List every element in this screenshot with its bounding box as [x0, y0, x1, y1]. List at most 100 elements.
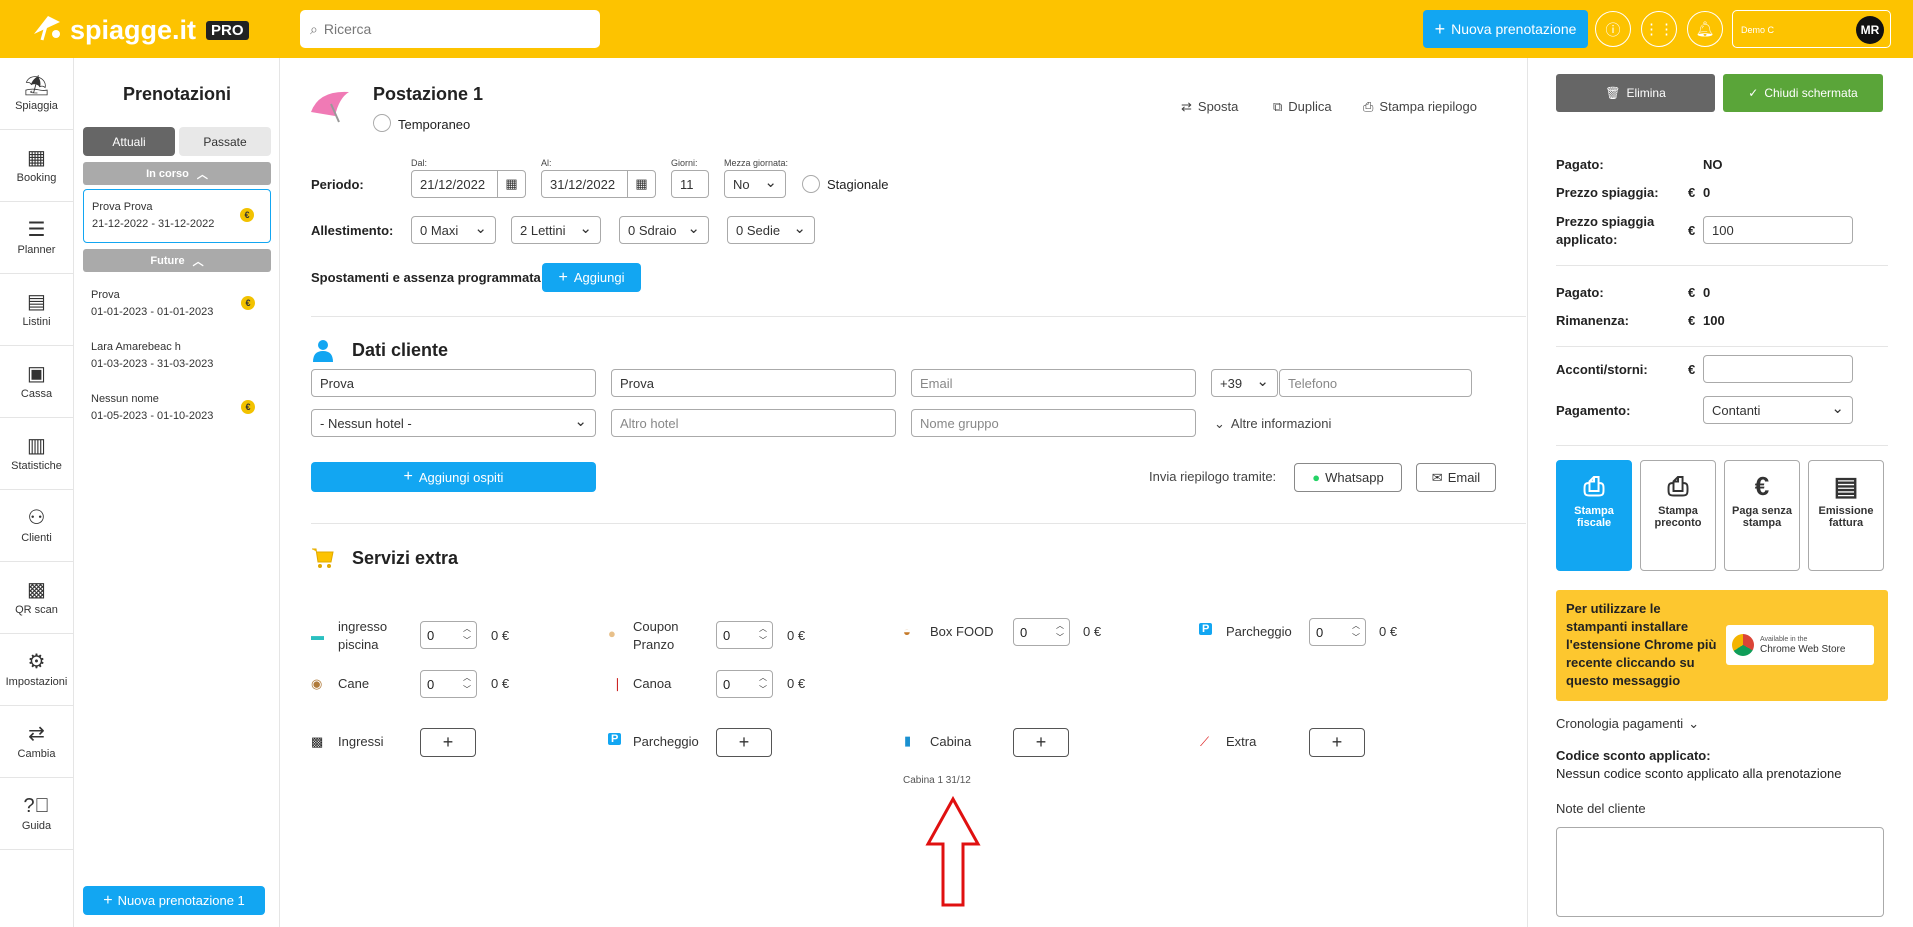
section-label: Future — [150, 254, 185, 267]
paga-senza-stampa-card[interactable]: € Paga senza stampa — [1724, 460, 1800, 571]
prezzo-applicato-input[interactable]: 100 — [1703, 216, 1853, 244]
add-extra-button[interactable]: + — [1309, 728, 1365, 757]
stampa-riepilogo-button[interactable]: ⎙ Stampa riepilogo — [1363, 99, 1477, 115]
stepper-arrows-icon[interactable]: ︿ ﹀ — [1056, 620, 1064, 644]
phone-prefix-select[interactable]: +39 — [1211, 369, 1278, 397]
apps-grid-icon[interactable]: ⋮⋮ — [1641, 11, 1677, 47]
dal-label: Dal: — [411, 158, 428, 168]
altre-informazioni-toggle[interactable]: ⌄ Altre informazioni — [1214, 416, 1331, 432]
whatsapp-button[interactable]: ● Whatsapp — [1294, 463, 1402, 492]
nome-gruppo-input[interactable]: Nome gruppo — [911, 409, 1196, 437]
duplica-button[interactable]: ⧉ Duplica — [1273, 99, 1332, 115]
in-corso-header[interactable]: In corso ︿ — [83, 162, 271, 185]
cronologia-pagamenti-toggle[interactable]: Cronologia pagamenti ⌄ — [1556, 716, 1699, 732]
calendar-icon[interactable]: ▦ — [497, 171, 525, 197]
booking-name: Prova Prova — [92, 201, 153, 213]
booking-item[interactable]: Prova Prova 21-12-2022 - 31-12-2022 € — [83, 189, 271, 243]
logo[interactable]: spiagge.it PRO — [30, 12, 249, 49]
booking-item[interactable]: Lara Amarebeac h 01-03-2023 - 31-03-2023 — [83, 330, 271, 382]
new-booking-button[interactable]: + Nuova prenotazione — [1423, 10, 1588, 48]
user-icon — [311, 338, 335, 365]
future-header[interactable]: Future ︿ — [83, 249, 271, 272]
whatsapp-icon: ● — [1312, 470, 1321, 485]
box-food-stepper[interactable]: 0 ︿ ﹀ — [1013, 618, 1070, 646]
mezza-giornata-select[interactable]: No — [724, 170, 786, 198]
tab-attuali[interactable]: Attuali — [83, 127, 175, 156]
nav-impostazioni[interactable]: ⚙ Impostazioni — [0, 634, 73, 706]
dal-date-input[interactable]: 21/12/2022 ▦ — [411, 170, 526, 198]
telefono-input[interactable]: Telefono — [1279, 369, 1472, 397]
nav-qr-scan[interactable]: ▩ QR scan — [0, 562, 73, 634]
stepper-arrows-icon[interactable]: ︿ ﹀ — [463, 623, 471, 647]
stepper-arrows-icon[interactable]: ︿ ﹀ — [759, 672, 767, 696]
plus-icon: + — [1434, 18, 1446, 39]
acconti-input[interactable] — [1703, 355, 1853, 383]
qty-value: 0 — [427, 627, 435, 643]
calendar-icon[interactable]: ▦ — [627, 171, 655, 197]
stampa-fiscale-card[interactable]: ⎙ Stampa fiscale — [1556, 460, 1632, 571]
elimina-button[interactable]: 🗑︎ Elimina — [1556, 74, 1715, 112]
al-date-input[interactable]: 31/12/2022 ▦ — [541, 170, 656, 198]
add-cabina-button[interactable]: + — [1013, 728, 1069, 757]
stepper-arrows-icon[interactable]: ︿ ﹀ — [1352, 620, 1360, 644]
email-send-button[interactable]: ✉ Email — [1416, 463, 1496, 492]
nome-input[interactable]: Prova — [311, 369, 596, 397]
chrome-web-store-badge[interactable]: Available in the Chrome Web Store — [1726, 625, 1874, 665]
nav-booking[interactable]: ▦ Booking — [0, 130, 73, 202]
tab-passate[interactable]: Passate — [179, 127, 271, 156]
sedie-select[interactable]: 0 Sedie — [727, 216, 815, 244]
stagionale-checkbox[interactable] — [802, 175, 820, 193]
emissione-fattura-card[interactable]: ▤ Emissione fattura — [1808, 460, 1884, 571]
search-input[interactable]: ⌕ Ricerca — [300, 10, 600, 48]
giorni-input[interactable]: 11 — [671, 170, 709, 198]
nav-statistiche[interactable]: ▥ Statistiche — [0, 418, 73, 490]
email-input[interactable]: Email — [911, 369, 1196, 397]
pink-umbrella-icon — [309, 88, 359, 127]
altro-hotel-input[interactable]: Altro hotel — [611, 409, 896, 437]
cognome-input[interactable]: Prova — [611, 369, 896, 397]
bell-icon[interactable]: 🔔︎ — [1687, 11, 1723, 47]
chevron-up-icon: ︿ — [196, 168, 208, 181]
info-icon[interactable]: ⓘ — [1595, 11, 1631, 47]
user-menu[interactable]: Demo C MR — [1732, 10, 1891, 48]
coupon-pranzo-stepper[interactable]: 0 ︿ ﹀ — [716, 621, 773, 649]
cane-stepper[interactable]: 0 ︿ ﹀ — [420, 670, 477, 698]
pagamento-select[interactable]: Contanti — [1703, 396, 1853, 424]
booking-item[interactable]: Nessun nome 01-05-2023 - 01-10-2023 € — [83, 382, 271, 434]
nav-clienti[interactable]: ⚇ Clienti — [0, 490, 73, 562]
nav-guida[interactable]: ?⃝ Guida — [0, 778, 73, 850]
temporaneo-checkbox[interactable] — [373, 114, 391, 132]
parcheggio-stepper[interactable]: 0 ︿ ﹀ — [1309, 618, 1366, 646]
nav-spiaggia[interactable]: ⛱︎ Spiaggia — [0, 58, 73, 130]
booking-name: Lara Amarebeac h — [91, 341, 181, 353]
stampa-preconto-card[interactable]: ⎙ Stampa preconto — [1640, 460, 1716, 571]
search-icon: ⌕ — [310, 20, 318, 37]
duplica-label: Duplica — [1288, 99, 1332, 114]
canoa-stepper[interactable]: 0 ︿ ﹀ — [716, 670, 773, 698]
sdraio-select[interactable]: 0 Sdraio — [619, 216, 709, 244]
chrome-extension-notice[interactable]: Per utilizzare le stampanti installare l… — [1556, 590, 1888, 701]
new-booking-1-button[interactable]: + Nuova prenotazione 1 — [83, 886, 265, 915]
maxi-select[interactable]: 0 Maxi — [411, 216, 496, 244]
nav-cassa[interactable]: ▣ Cassa — [0, 346, 73, 418]
dal-value: 21/12/2022 — [420, 176, 486, 192]
lettini-select[interactable]: 2 Lettini — [511, 216, 601, 244]
booking-item[interactable]: Prova 01-01-2023 - 01-01-2023 € — [83, 278, 271, 330]
qty-value: 0 — [723, 676, 731, 692]
lounger-icon: ⟋ — [1200, 734, 1210, 749]
aggiungi-ospiti-button[interactable]: + Aggiungi ospiti — [311, 462, 596, 492]
ingresso-piscina-stepper[interactable]: 0 ︿ ﹀ — [420, 621, 477, 649]
stepper-arrows-icon[interactable]: ︿ ﹀ — [759, 623, 767, 647]
add-ingressi-button[interactable]: + — [420, 728, 476, 757]
sposta-button[interactable]: ⇄ Sposta — [1181, 99, 1238, 115]
nav-cambia[interactable]: ⇄ Cambia — [0, 706, 73, 778]
swap-icon: ⇄ — [1181, 99, 1192, 114]
stepper-arrows-icon[interactable]: ︿ ﹀ — [463, 672, 471, 696]
chiudi-schermata-button[interactable]: ✓ Chiudi schermata — [1723, 74, 1883, 112]
nav-planner[interactable]: ☰ Planner — [0, 202, 73, 274]
note-cliente-textarea[interactable] — [1556, 827, 1884, 917]
aggiungi-spostamento-button[interactable]: + Aggiungi — [542, 263, 641, 292]
hotel-select[interactable]: - Nessun hotel - — [311, 409, 596, 437]
add-parcheggio-button[interactable]: + — [716, 728, 772, 757]
nav-listini[interactable]: ▤ Listini — [0, 274, 73, 346]
